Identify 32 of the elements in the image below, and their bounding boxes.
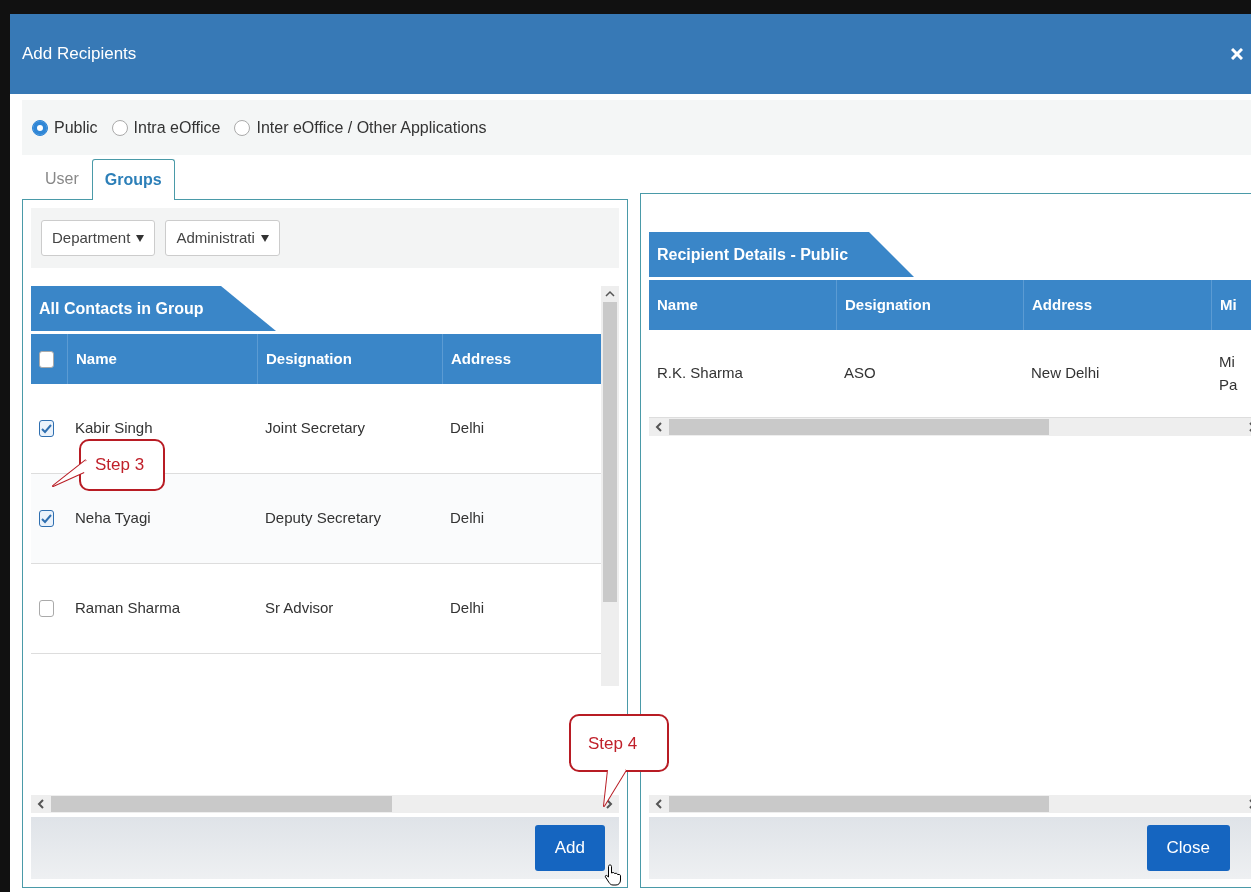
radio-option[interactable]: Intra eOffice xyxy=(111,115,221,140)
table-cell-text: Delhi xyxy=(449,418,486,439)
column-header[interactable]: Name xyxy=(67,334,257,384)
radio-option[interactable]: Public xyxy=(32,115,98,140)
table-cell-text: Sr Advisor xyxy=(264,598,335,619)
column-header[interactable]: Mi xyxy=(1211,280,1251,330)
table-cell-text: Delhi xyxy=(449,508,486,529)
column-header[interactable]: Name xyxy=(649,280,836,330)
radio-option[interactable]: Inter eOffice / Other Applications xyxy=(234,115,487,140)
table-cell-text: Neha Tyagi xyxy=(74,508,152,529)
close-button[interactable]: Close xyxy=(1146,825,1230,871)
table-cell-text: ASO xyxy=(843,363,877,384)
callout: Step 4 xyxy=(568,713,672,809)
table-cell-text: Mi Pa xyxy=(1218,352,1239,395)
section-header: All Contacts in Group xyxy=(31,286,276,331)
dropdown[interactable]: Administrati xyxy=(165,219,280,257)
tab[interactable]: Groups xyxy=(91,159,175,200)
table-cell-text: Joint Secretary xyxy=(264,418,367,439)
table-cell-text: Delhi xyxy=(449,598,486,619)
table-cell-text: Raman Sharma xyxy=(74,598,182,619)
tab[interactable]: User xyxy=(32,158,92,199)
column-header[interactable]: Designation xyxy=(836,280,1023,330)
dialog-title: Add Recipients xyxy=(22,43,137,66)
section-header: Recipient Details - Public xyxy=(649,232,914,277)
table-cell-text: Deputy Secretary xyxy=(264,508,382,529)
table-cell-text: New Delhi xyxy=(1030,363,1101,384)
dropdown[interactable]: Department xyxy=(41,219,156,257)
add-button[interactable]: Add xyxy=(534,825,605,871)
column-header[interactable]: Designation xyxy=(257,334,442,384)
column-header[interactable]: Address xyxy=(1023,280,1211,330)
table-cell-text: Kabir Singh xyxy=(74,418,154,439)
table-cell-text: R.K. Sharma xyxy=(656,363,744,384)
